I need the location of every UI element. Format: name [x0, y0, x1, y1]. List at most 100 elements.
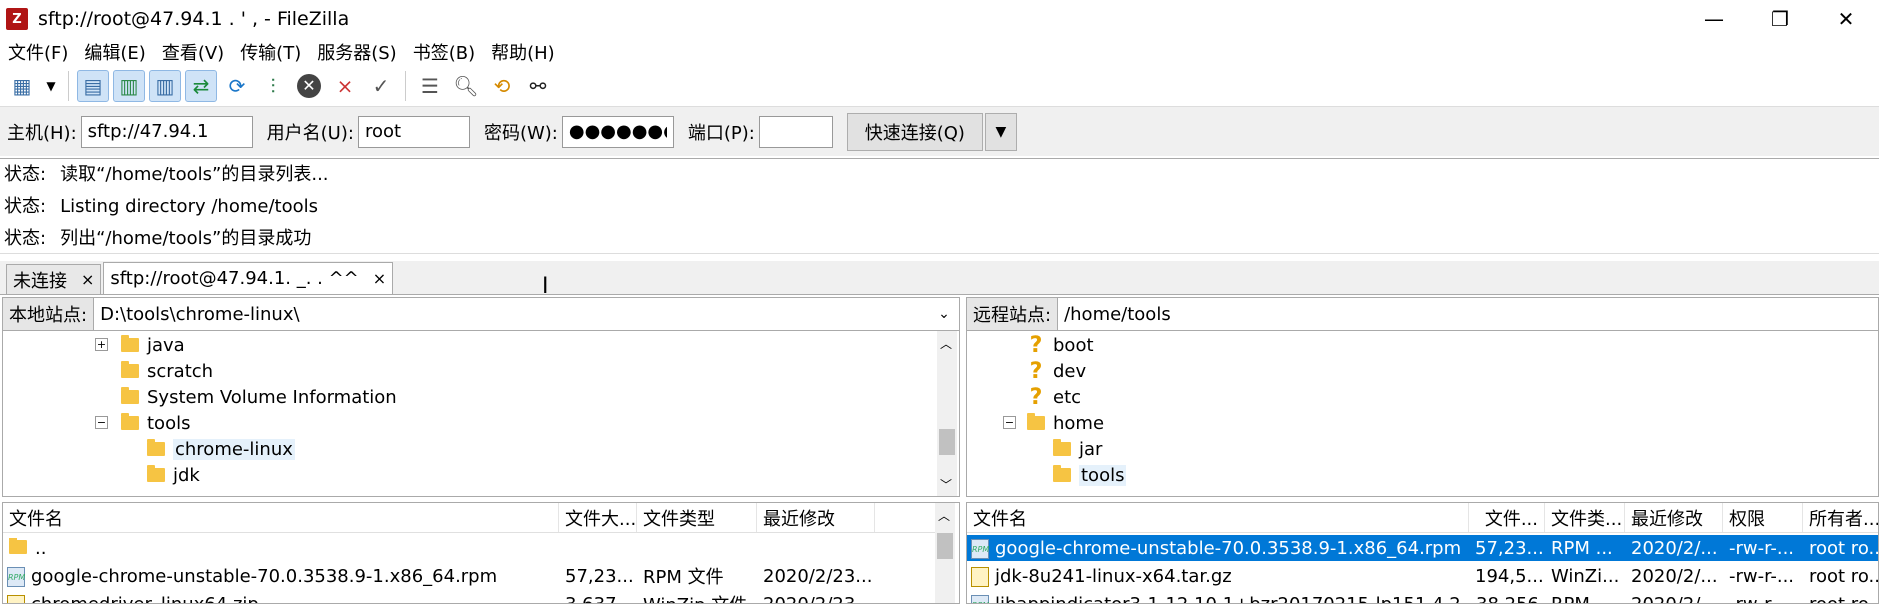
- password-input[interactable]: [561, 115, 674, 148]
- file-row[interactable]: RPMlibappindicator3-1-12.10.1+bzr2017021…: [967, 591, 1878, 603]
- sync-browsing-icon[interactable]: ⟲: [486, 70, 518, 102]
- column-filesize[interactable]: 文件...: [1469, 503, 1545, 532]
- file-row-selected[interactable]: RPM google-chrome-unstable-70.0.3538.9-1.…: [967, 535, 1878, 561]
- column-filetype[interactable]: 文件类...: [1545, 503, 1625, 532]
- menu-view[interactable]: 查看(V): [154, 39, 232, 65]
- minimize-button[interactable]: —: [1681, 0, 1747, 38]
- rpm-file-icon: RPM: [971, 594, 989, 603]
- tree-node-selected[interactable]: tools: [1053, 462, 1127, 488]
- tree-node[interactable]: tools: [121, 410, 190, 436]
- tree-node[interactable]: java: [121, 332, 185, 358]
- chevron-down-icon[interactable]: ▼: [42, 70, 60, 102]
- remote-path-input[interactable]: /home/tools: [1058, 304, 1878, 325]
- cancel-icon[interactable]: ✕: [293, 70, 325, 102]
- column-filetype[interactable]: 文件类型: [637, 503, 757, 532]
- toggle-remote-tree-icon[interactable]: ▥: [149, 70, 181, 102]
- tree-node[interactable]: ? boot: [1027, 332, 1094, 358]
- close-icon[interactable]: ×: [373, 269, 386, 288]
- file-row[interactable]: ..: [3, 535, 559, 561]
- archive-file-icon: [971, 566, 989, 587]
- toolbar-divider: [405, 71, 406, 101]
- chevron-down-icon[interactable]: ⌄: [929, 306, 959, 322]
- folder-icon: [9, 537, 27, 554]
- tree-node[interactable]: ? etc: [1027, 384, 1081, 410]
- host-input[interactable]: [80, 115, 253, 148]
- tab-not-connected[interactable]: 未连接 ×: [6, 264, 102, 294]
- column-filename[interactable]: 文件名: [967, 503, 1469, 532]
- quickconnect-bar: 主机(H): 用户名(U): 密码(W): 端口(P): 快速连接(Q) ▼: [0, 106, 1879, 156]
- toggle-message-log-icon[interactable]: ▤: [77, 70, 109, 102]
- column-filename[interactable]: 文件名: [3, 503, 559, 532]
- question-icon: ?: [1029, 358, 1043, 384]
- question-icon: ?: [1029, 332, 1043, 358]
- binoculars-icon[interactable]: ⚯: [522, 70, 554, 102]
- file-row[interactable]: jdk-8u241-linux-x64.tar.gz 194,5... WinZ…: [967, 563, 1878, 589]
- column-permissions[interactable]: 权限: [1723, 503, 1803, 532]
- menu-help[interactable]: 帮助(H): [483, 39, 563, 65]
- chevron-down-icon[interactable]: ▼: [984, 112, 1017, 151]
- menu-server[interactable]: 服务器(S): [309, 39, 404, 65]
- tree-node[interactable]: jdk: [147, 462, 200, 488]
- search-icon[interactable]: 🔍︎: [450, 70, 482, 102]
- scroll-thumb[interactable]: [937, 533, 953, 559]
- menu-file[interactable]: 文件(F): [0, 39, 76, 65]
- window-controls: — ❐ ✕: [1681, 0, 1879, 38]
- username-input[interactable]: [357, 115, 470, 148]
- remote-site-label: 远程站点:: [967, 298, 1059, 330]
- disconnect-icon[interactable]: ⨯: [329, 70, 361, 102]
- quickconnect-button[interactable]: 快速连接(Q): [846, 112, 983, 151]
- tab-sftp-session[interactable]: sftp://root@47.94.1. _. . ^^ ×: [103, 262, 394, 294]
- close-button[interactable]: ✕: [1813, 0, 1879, 38]
- reconnect-icon[interactable]: ✓: [365, 70, 397, 102]
- local-list-scrollbar[interactable]: ︿: [935, 503, 955, 603]
- collapse-icon[interactable]: −: [95, 416, 108, 429]
- folder-icon: [1027, 413, 1045, 430]
- column-modified[interactable]: 最近修改: [1625, 503, 1723, 532]
- expand-icon[interactable]: +: [95, 338, 108, 351]
- folder-icon: [121, 387, 139, 404]
- directory-listing-filters-icon[interactable]: ☰: [414, 70, 446, 102]
- local-file-header: 文件名 文件大... 文件类型 最近修改: [3, 503, 935, 533]
- folder-icon: [121, 413, 139, 430]
- scroll-thumb[interactable]: [939, 429, 955, 455]
- text-cursor-icon: I: [542, 274, 549, 299]
- rpm-file-icon: RPM: [7, 566, 25, 587]
- menu-transfer[interactable]: 传输(T): [232, 39, 309, 65]
- port-input[interactable]: [758, 115, 833, 148]
- zip-file-icon: [7, 594, 25, 603]
- tree-node[interactable]: System Volume Information: [121, 384, 397, 410]
- process-queue-icon[interactable]: ⫶: [257, 70, 289, 102]
- local-path-input[interactable]: D:\tools\chrome-linux\: [94, 304, 929, 325]
- local-tree-scrollbar[interactable]: ︿ ﹀: [937, 331, 957, 496]
- close-icon[interactable]: ×: [81, 270, 94, 289]
- rpm-file-icon: RPM: [971, 538, 989, 559]
- local-site-label: 本地站点:: [3, 298, 95, 330]
- toggle-local-tree-icon[interactable]: ▥: [113, 70, 145, 102]
- column-modified[interactable]: 最近修改: [757, 503, 875, 532]
- log-line: 状态: 读取“/home/tools”的目录列表...: [4, 164, 329, 185]
- port-label: 端口(P):: [687, 122, 755, 144]
- tree-node-selected[interactable]: chrome-linux: [147, 436, 295, 462]
- file-row[interactable]: chromedriver_linux64.zip 3,637... WinZip…: [3, 591, 875, 603]
- filezilla-icon: Z: [6, 8, 28, 30]
- host-label: 主机(H):: [7, 122, 77, 144]
- collapse-icon[interactable]: −: [1003, 416, 1016, 429]
- site-manager-icon[interactable]: ▦: [6, 70, 38, 102]
- toolbar: ▦ ▼ ▤ ▥ ▥ ⇄ ⟳ ⫶ ✕ ⨯ ✓ ☰ 🔍︎ ⟲ ⚯: [0, 66, 1879, 106]
- menu-bookmarks[interactable]: 书签(B): [405, 39, 483, 65]
- column-owner[interactable]: 所有者...: [1803, 503, 1878, 532]
- folder-icon: [121, 361, 139, 378]
- tree-node[interactable]: home: [1027, 410, 1104, 436]
- column-filesize[interactable]: 文件大...: [559, 503, 637, 532]
- file-row[interactable]: RPM google-chrome-unstable-70.0.3538.9-1.…: [3, 563, 875, 589]
- toggle-transfer-queue-icon[interactable]: ⇄: [185, 70, 217, 102]
- remote-site-bar: 远程站点: /home/tools: [966, 297, 1879, 331]
- maximize-button[interactable]: ❐: [1747, 0, 1813, 38]
- tree-node[interactable]: ? dev: [1027, 358, 1087, 384]
- refresh-icon[interactable]: ⟳: [221, 70, 253, 102]
- folder-icon: [1053, 465, 1071, 482]
- tree-node[interactable]: scratch: [121, 358, 213, 384]
- tree-node[interactable]: jar: [1053, 436, 1102, 462]
- log-line: 状态: 列出“/home/tools”的目录成功: [4, 228, 312, 249]
- menu-edit[interactable]: 编辑(E): [76, 39, 153, 65]
